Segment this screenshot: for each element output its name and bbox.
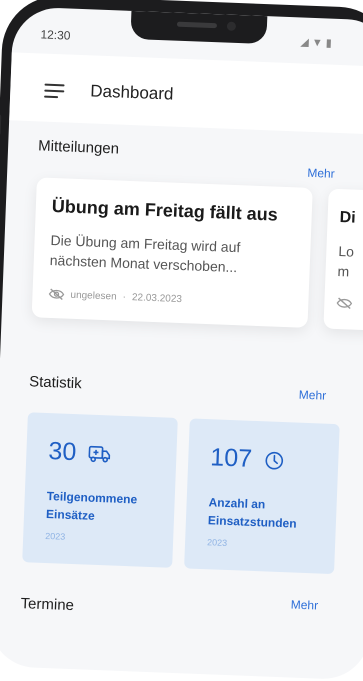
messages-more-link[interactable]: Mehr <box>307 166 335 181</box>
statistics-section-title: Statistik <box>28 373 82 393</box>
stat-card-missions[interactable]: 30 Teilgenommene Einsätze 2023 <box>22 412 178 568</box>
appointments-section-title: Termine <box>20 595 75 615</box>
status-time: 12:30 <box>40 27 71 43</box>
messages-section-title: Mitteilungen <box>37 137 120 158</box>
stat-year: 2023 <box>45 530 66 542</box>
eye-off-icon <box>48 288 65 300</box>
stat-year: 2023 <box>206 537 228 548</box>
phone-frame: 12:30 ◢▼▮ Dashboard Mitteilungen Mehr Üb… <box>0 0 363 681</box>
stat-label: Anzahl an Einsatzstunden <box>207 495 297 531</box>
stat-value-row: 107 <box>210 443 285 475</box>
message-body: Lo m <box>337 241 354 282</box>
message-date: 22.03.2023 <box>131 291 183 305</box>
message-body-line: m <box>337 263 350 280</box>
eye-off-icon <box>336 297 353 310</box>
status-icons: ◢▼▮ <box>300 36 335 50</box>
front-camera <box>226 21 237 31</box>
truck-icon <box>88 445 111 463</box>
message-title: Übung am Freitag fällt aus <box>51 196 279 225</box>
app-header: Dashboard <box>9 52 363 135</box>
page-title: Dashboard <box>89 81 174 104</box>
message-status: ungelesen <box>70 289 117 303</box>
speaker-grille <box>176 21 218 29</box>
stat-value-row: 30 <box>48 437 111 468</box>
stat-value: 30 <box>47 437 77 467</box>
camera-notch <box>130 10 268 45</box>
stat-card-hours[interactable]: 107 Anzahl an Einsatzstunden 2023 <box>184 418 340 575</box>
statistics-more-link[interactable]: Mehr <box>299 388 327 403</box>
message-card[interactable]: Di Lo m <box>323 188 363 334</box>
message-body: Die Übung am Freitag wird auf nächsten M… <box>49 231 241 276</box>
message-title: Di <box>339 209 356 227</box>
phone-screen: 12:30 ◢▼▮ Dashboard Mitteilungen Mehr Üb… <box>0 6 363 681</box>
appointments-more-link[interactable]: Mehr <box>291 597 319 612</box>
hamburger-menu-icon[interactable] <box>44 83 65 99</box>
phone-side-button <box>0 113 2 136</box>
message-meta: ungelesen · 22.03.2023 <box>48 288 182 305</box>
stat-value: 107 <box>209 443 253 473</box>
meta-separator: · <box>122 291 127 303</box>
stat-label: Teilgenommene Einsätze <box>45 489 138 523</box>
message-body-line: Lo <box>338 243 355 260</box>
message-card[interactable]: Übung am Freitag fällt aus Die Übung am … <box>31 177 313 328</box>
clock-icon <box>265 451 283 470</box>
